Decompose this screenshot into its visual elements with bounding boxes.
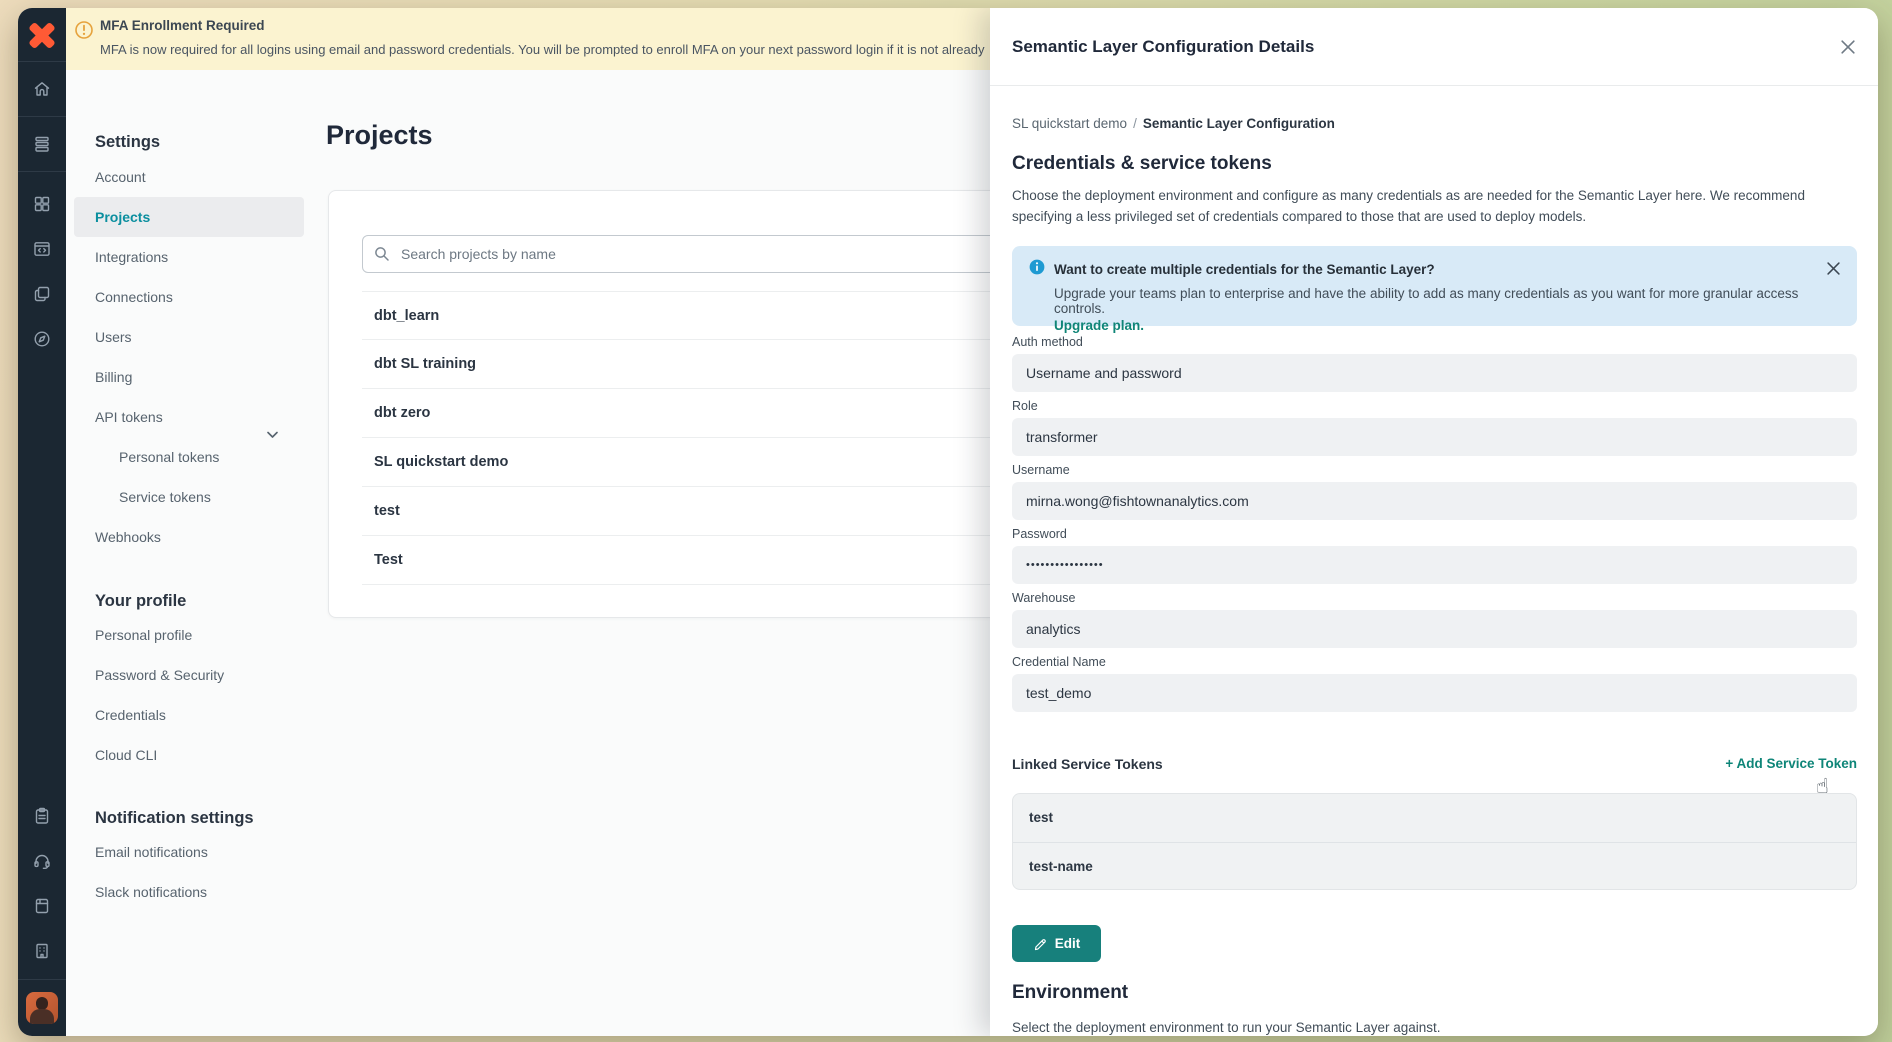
sidebar-item-connections[interactable]: Connections xyxy=(74,277,304,317)
field-warehouse: Warehouse analytics xyxy=(1012,590,1857,648)
search-icon xyxy=(373,245,391,263)
panel-title: Semantic Layer Configuration Details xyxy=(1012,8,1314,86)
settings-heading: Settings xyxy=(74,130,304,154)
token-row-test: test xyxy=(1013,794,1856,842)
sidebar-item-email-notifications[interactable]: Email notifications xyxy=(74,832,304,872)
field-auth-method: Auth method Username and password xyxy=(1012,334,1857,392)
credential-name-value: test_demo xyxy=(1012,674,1857,712)
info-box-title: Want to create multiple credentials for … xyxy=(1054,262,1435,277)
field-role: Role transformer xyxy=(1012,398,1857,456)
sidebar-item-password-security[interactable]: Password & Security xyxy=(74,655,304,695)
search-input[interactable] xyxy=(362,235,1002,273)
dashboard-grid-icon[interactable] xyxy=(18,181,66,226)
close-icon xyxy=(1841,40,1855,54)
settings-nav: Settings Account Projects Integrations C… xyxy=(74,130,304,912)
banner-title: MFA Enrollment Required xyxy=(100,18,265,33)
sidebar-item-api-tokens[interactable]: API tokens xyxy=(74,397,304,437)
sidebar-item-service-tokens[interactable]: Service tokens xyxy=(74,477,304,517)
sidebar-item-account[interactable]: Account xyxy=(74,157,304,197)
notes-clipboard-icon[interactable] xyxy=(18,793,66,838)
sidebar-item-label: API tokens xyxy=(95,409,163,425)
info-icon xyxy=(1028,258,1046,281)
info-box-body: Upgrade your teams plan to enterprise an… xyxy=(1054,286,1841,316)
role-value: transformer xyxy=(1012,418,1857,456)
breadcrumb-separator: / xyxy=(1127,116,1143,131)
warning-icon xyxy=(74,20,94,45)
credentials-section-heading: Credentials & service tokens xyxy=(1012,153,1272,175)
close-button[interactable] xyxy=(1836,35,1860,59)
develop-code-icon[interactable] xyxy=(18,226,66,271)
sidebar-item-personal-tokens[interactable]: Personal tokens xyxy=(74,437,304,477)
field-label: Credential Name xyxy=(1012,654,1857,670)
breadcrumb-current: Semantic Layer Configuration xyxy=(1143,116,1335,131)
field-label: Role xyxy=(1012,398,1857,414)
sidebar-item-personal-profile[interactable]: Personal profile xyxy=(74,615,304,655)
credentials-section-description: Choose the deployment environment and co… xyxy=(1012,186,1857,227)
your-profile-heading: Your profile xyxy=(74,587,304,615)
breadcrumb: SL quickstart demo/Semantic Layer Config… xyxy=(1012,116,1335,131)
sidebar-item-projects[interactable]: Projects xyxy=(74,197,304,237)
edit-button-label: Edit xyxy=(1055,936,1081,951)
environment-description: Select the deployment environment to run… xyxy=(1012,1018,1857,1036)
sidebar-item-integrations[interactable]: Integrations xyxy=(74,237,304,277)
username-value: mirna.wong@fishtownanalytics.com xyxy=(1012,482,1857,520)
add-service-token-button[interactable]: + Add Service Token xyxy=(1725,756,1857,771)
sidebar-item-credentials[interactable]: Credentials xyxy=(74,695,304,735)
edit-button[interactable]: Edit xyxy=(1012,925,1101,962)
mfa-banner: MFA Enrollment Required MFA is now requi… xyxy=(66,8,996,70)
credential-fields: Auth method Username and password Role t… xyxy=(1012,334,1857,718)
sidebar-item-billing[interactable]: Billing xyxy=(74,357,304,397)
avatar-body xyxy=(30,1009,54,1024)
home-icon[interactable] xyxy=(18,62,66,117)
support-headset-icon[interactable] xyxy=(18,838,66,883)
upgrade-plan-link[interactable]: Upgrade plan. xyxy=(1054,318,1144,333)
field-label: Auth method xyxy=(1012,334,1857,350)
info-close-button[interactable] xyxy=(1823,258,1843,278)
app-window: MFA Enrollment Required MFA is now requi… xyxy=(18,8,1878,1036)
linked-tokens-header: Linked Service Tokens + Add Service Toke… xyxy=(1012,756,1857,776)
sidebar-item-slack-notifications[interactable]: Slack notifications xyxy=(74,872,304,912)
docs-book-icon[interactable] xyxy=(18,883,66,928)
field-credential-name: Credential Name test_demo xyxy=(1012,654,1857,712)
auth-method-value: Username and password xyxy=(1012,354,1857,392)
organization-building-icon[interactable] xyxy=(18,928,66,973)
field-password: Password •••••••••••••••• xyxy=(1012,526,1857,584)
semantic-layer-panel: Semantic Layer Configuration Details SL … xyxy=(990,8,1878,1036)
environment-heading: Environment xyxy=(1012,982,1128,1004)
upgrade-info-box: Want to create multiple credentials for … xyxy=(1012,246,1857,326)
notification-settings-heading: Notification settings xyxy=(74,804,304,832)
breadcrumb-parent[interactable]: SL quickstart demo xyxy=(1012,116,1127,131)
deploy-stack-icon[interactable] xyxy=(18,117,66,172)
field-label: Password xyxy=(1012,526,1857,542)
field-username: Username mirna.wong@fishtownanalytics.co… xyxy=(1012,462,1857,520)
desktop-background: MFA Enrollment Required MFA is now requi… xyxy=(0,0,1892,1042)
dbt-logo[interactable] xyxy=(18,8,66,62)
sidebar-item-cloud-cli[interactable]: Cloud CLI xyxy=(74,735,304,775)
field-label: Warehouse xyxy=(1012,590,1857,606)
panel-header: Semantic Layer Configuration Details xyxy=(990,8,1878,86)
dbt-logo-icon xyxy=(28,21,56,49)
user-avatar[interactable] xyxy=(26,992,58,1024)
sidebar-bottom-group xyxy=(18,793,66,1036)
sidebar-item-users[interactable]: Users xyxy=(74,317,304,357)
linked-tokens-heading: Linked Service Tokens xyxy=(1012,756,1163,772)
page-title: Projects xyxy=(326,120,433,151)
token-row-test-name: test-name xyxy=(1013,842,1856,890)
pencil-icon xyxy=(1033,936,1048,951)
banner-message: MFA is now required for all logins using… xyxy=(100,42,990,57)
warehouse-value: analytics xyxy=(1012,610,1857,648)
duplicate-icon[interactable] xyxy=(18,271,66,316)
sidebar-item-webhooks[interactable]: Webhooks xyxy=(74,517,304,557)
explore-compass-icon[interactable] xyxy=(18,316,66,361)
search-box xyxy=(362,235,1002,273)
close-icon xyxy=(1827,262,1840,275)
password-value: •••••••••••••••• xyxy=(1012,546,1857,584)
icon-sidebar xyxy=(18,8,66,1036)
token-list: test test-name xyxy=(1012,793,1857,890)
field-label: Username xyxy=(1012,462,1857,478)
